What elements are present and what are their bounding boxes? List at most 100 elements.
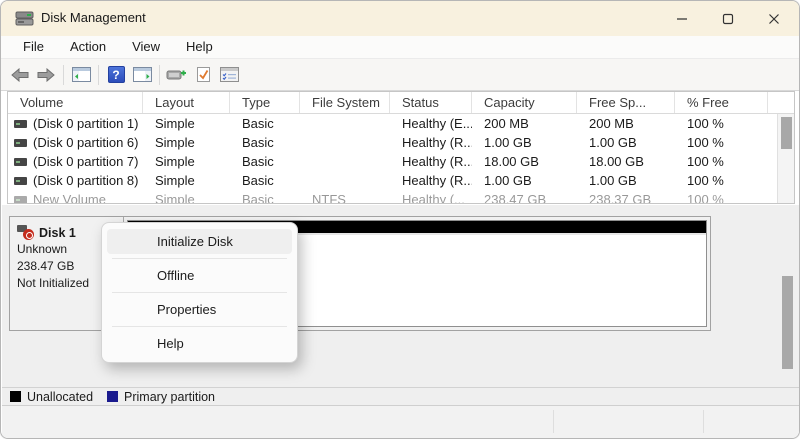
menu-action[interactable]: Action <box>60 37 116 57</box>
minimize-icon <box>676 13 688 25</box>
show-console-tree-button[interactable] <box>68 62 94 88</box>
forward-icon <box>36 68 56 82</box>
cell-layout: Simple <box>143 192 230 204</box>
toolbar-separator <box>63 65 64 85</box>
disk-error-icon <box>17 225 35 240</box>
column-header-volume[interactable]: Volume <box>8 92 143 113</box>
disk-management-window: Disk Management File Action View Help <box>0 0 800 439</box>
window-controls <box>659 1 797 36</box>
cell-volume: (Disk 0 partition 8) <box>33 173 138 188</box>
console-tree-icon <box>72 67 91 82</box>
scrollbar-thumb[interactable] <box>781 117 792 149</box>
show-action-pane-button[interactable] <box>129 62 155 88</box>
cell-free-space: 18.00 GB <box>577 154 675 169</box>
cell-layout: Simple <box>143 135 230 150</box>
volume-list-pane: Volume Layout Type File System Status Ca… <box>7 91 795 204</box>
disk-management-app-icon <box>15 10 35 27</box>
table-row-clipped[interactable]: New Volume Simple Basic NTFS Healthy (..… <box>8 190 794 204</box>
table-row[interactable]: (Disk 0 partition 6) Simple Basic Health… <box>8 133 794 152</box>
cell-capacity: 200 MB <box>472 116 577 131</box>
column-header-free-space[interactable]: Free Sp... <box>577 92 675 113</box>
cell-free-space: 238.37 GB <box>577 192 675 204</box>
help-icon: ? <box>108 66 125 83</box>
menu-file[interactable]: File <box>13 37 54 57</box>
checkmark-document-icon <box>196 66 211 83</box>
status-bar <box>2 405 800 439</box>
column-header-pct-free[interactable]: % Free <box>675 92 768 113</box>
status-bar-divider <box>553 410 554 433</box>
forward-button[interactable] <box>33 62 59 88</box>
column-header-file-system[interactable]: File System <box>300 92 390 113</box>
menu-item-properties[interactable]: Properties <box>107 297 292 322</box>
toolbar: ? <box>1 59 799 91</box>
back-button[interactable] <box>7 62 33 88</box>
cell-type: Basic <box>230 154 300 169</box>
menu-separator <box>112 292 287 293</box>
volume-icon <box>14 139 27 147</box>
cell-type: Basic <box>230 192 300 204</box>
table-row[interactable]: (Disk 0 partition 8) Simple Basic Health… <box>8 171 794 190</box>
cell-pct-free: 100 % <box>675 135 768 150</box>
volume-icon <box>14 158 27 166</box>
cell-type: Basic <box>230 135 300 150</box>
cell-capacity: 1.00 GB <box>472 173 577 188</box>
cell-volume: (Disk 0 partition 1) <box>33 116 138 131</box>
back-icon <box>10 68 30 82</box>
volume-icon <box>14 177 27 185</box>
menu-item-offline[interactable]: Offline <box>107 263 292 288</box>
cell-status: Healthy (E... <box>390 116 472 131</box>
maximize-button[interactable] <box>705 1 751 36</box>
cell-status: Healthy (R... <box>390 135 472 150</box>
cell-free-space: 1.00 GB <box>577 135 675 150</box>
primary-partition-swatch <box>107 391 118 402</box>
cell-status: Healthy (... <box>390 192 472 204</box>
cell-pct-free: 100 % <box>675 154 768 169</box>
menu-view[interactable]: View <box>122 37 170 57</box>
menu-item-help[interactable]: Help <box>107 331 292 356</box>
legend-label-primary-partition: Primary partition <box>124 390 215 404</box>
cell-pct-free: 100 % <box>675 192 768 204</box>
cell-free-space: 200 MB <box>577 116 675 131</box>
cell-layout: Simple <box>143 116 230 131</box>
table-row[interactable]: (Disk 0 partition 7) Simple Basic Health… <box>8 152 794 171</box>
column-header-layout[interactable]: Layout <box>143 92 230 113</box>
cell-layout: Simple <box>143 154 230 169</box>
disk-context-menu: Initialize Disk Offline Properties Help <box>101 222 298 363</box>
column-header-type[interactable]: Type <box>230 92 300 113</box>
menu-bar: File Action View Help <box>1 36 799 59</box>
disk-name: Disk 1 <box>39 226 76 240</box>
cell-volume: (Disk 0 partition 6) <box>33 135 138 150</box>
legend-label-unallocated: Unallocated <box>27 390 93 404</box>
minimize-button[interactable] <box>659 1 705 36</box>
volume-list-scrollbar[interactable] <box>777 114 794 203</box>
close-button[interactable] <box>751 1 797 36</box>
help-button[interactable]: ? <box>103 62 129 88</box>
maximize-icon <box>722 13 734 25</box>
column-header-capacity[interactable]: Capacity <box>472 92 577 113</box>
cell-pct-free: 100 % <box>675 173 768 188</box>
volume-table-header: Volume Layout Type File System Status Ca… <box>8 92 794 114</box>
volume-icon <box>14 120 27 128</box>
checklist-button[interactable] <box>216 62 242 88</box>
disk-pane-scrollbar-thumb[interactable] <box>782 276 793 369</box>
title-bar: Disk Management <box>1 1 799 36</box>
cell-capacity: 18.00 GB <box>472 154 577 169</box>
checklist-icon <box>220 67 239 82</box>
checkmark-document-button[interactable] <box>190 62 216 88</box>
cell-file-system: NTFS <box>300 192 390 204</box>
menu-separator <box>112 326 287 327</box>
cell-type: Basic <box>230 173 300 188</box>
close-icon <box>768 13 780 25</box>
cell-type: Basic <box>230 116 300 131</box>
menu-item-initialize-disk[interactable]: Initialize Disk <box>107 229 292 254</box>
column-header-status[interactable]: Status <box>390 92 472 113</box>
cell-capacity: 238.47 GB <box>472 192 577 204</box>
cell-pct-free: 100 % <box>675 116 768 131</box>
menu-help[interactable]: Help <box>176 37 223 57</box>
unallocated-swatch <box>10 391 21 402</box>
action-pane-icon <box>133 67 152 82</box>
cell-volume: (Disk 0 partition 7) <box>33 154 138 169</box>
monitor-button[interactable] <box>164 62 190 88</box>
table-row[interactable]: (Disk 0 partition 1) Simple Basic Health… <box>8 114 794 133</box>
menu-separator <box>112 258 287 259</box>
